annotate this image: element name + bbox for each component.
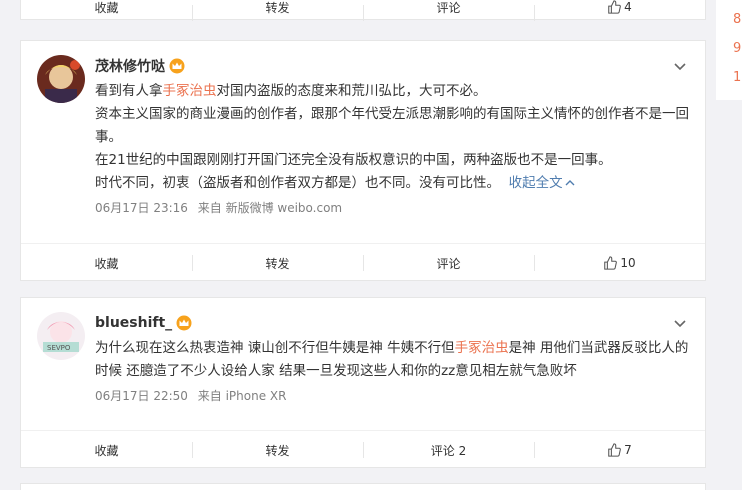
post-actions: 收藏 转发 评论 10 [21, 244, 705, 282]
repost-button[interactable]: 转发 [192, 0, 363, 21]
thumbs-up-icon [608, 0, 622, 14]
post-source: 来自 新版微博 weibo.com [197, 201, 343, 215]
avatar[interactable]: SEVPO [37, 312, 85, 360]
avatar-image [37, 55, 85, 103]
thumbs-up-icon [604, 256, 618, 270]
topic-link[interactable]: 手冢治虫 [163, 83, 217, 99]
chevron-down-icon[interactable] [673, 316, 687, 330]
collapse-link[interactable]: 收起全文 [509, 175, 575, 191]
collect-button[interactable]: 收藏 [21, 431, 192, 469]
collect-button[interactable]: 收藏 [21, 0, 192, 20]
post-text: 为什么现在这么热衷造神 谏山创不行但牛姨是神 牛姨不行但手冢治虫是神 用他们当武… [95, 340, 689, 379]
side-number-2: 9 [733, 41, 742, 56]
chevron-down-icon[interactable] [673, 59, 687, 73]
author-name[interactable]: 茂林修竹哒 [95, 56, 165, 76]
collect-button[interactable]: 收藏 [21, 244, 192, 282]
post-meta: 06月17日 23:16 来自 新版微博 weibo.com [95, 199, 689, 216]
topic-link[interactable]: 手冢治虫 [455, 340, 509, 356]
post-card: 茂林修竹哒 看到有人拿手冢治虫对国内盗版的态度来和荒川弘比，大可不必。 资本主义… [20, 40, 706, 281]
like-button[interactable]: 10 [534, 244, 705, 282]
post-time[interactable]: 06月17日 23:16 [95, 201, 188, 215]
post-actions: 收藏 转发 评论 2 7 [21, 431, 705, 469]
comment-button[interactable]: 评论 [363, 244, 534, 282]
like-button[interactable]: 7 [534, 431, 705, 469]
like-button[interactable]: 4 [534, 0, 705, 21]
comment-button[interactable]: 评论 [363, 0, 534, 21]
side-number-1: 8 [733, 12, 742, 27]
chevron-up-icon [565, 180, 575, 186]
avatar[interactable] [37, 55, 85, 103]
post-card: SEVPO blueshift_ 为什么现在这么热衷造神 谏山创不行但牛姨是神 … [20, 297, 706, 468]
repost-button[interactable]: 转发 [192, 431, 363, 469]
avatar-image: SEVPO [37, 312, 85, 360]
comment-button[interactable]: 评论 2 [363, 431, 534, 469]
post-text: 看到有人拿手冢治虫对国内盗版的态度来和荒川弘比，大可不必。 资本主义国家的商业漫… [95, 83, 689, 191]
repost-button[interactable]: 转发 [192, 244, 363, 282]
crown-icon [176, 315, 192, 331]
post-source: 来自 iPhone XR [197, 389, 287, 403]
next-post-card [20, 483, 706, 490]
svg-text:SEVPO: SEVPO [47, 344, 71, 352]
previous-post-actions: 收藏 转发 评论 4 [20, 0, 706, 21]
side-number-3: 1 [733, 70, 742, 85]
post-meta: 06月17日 22:50 来自 iPhone XR [95, 387, 689, 404]
author-name[interactable]: blueshift_ [95, 315, 172, 331]
thumbs-up-icon [608, 443, 622, 457]
crown-icon [169, 58, 185, 74]
post-time[interactable]: 06月17日 22:50 [95, 389, 188, 403]
